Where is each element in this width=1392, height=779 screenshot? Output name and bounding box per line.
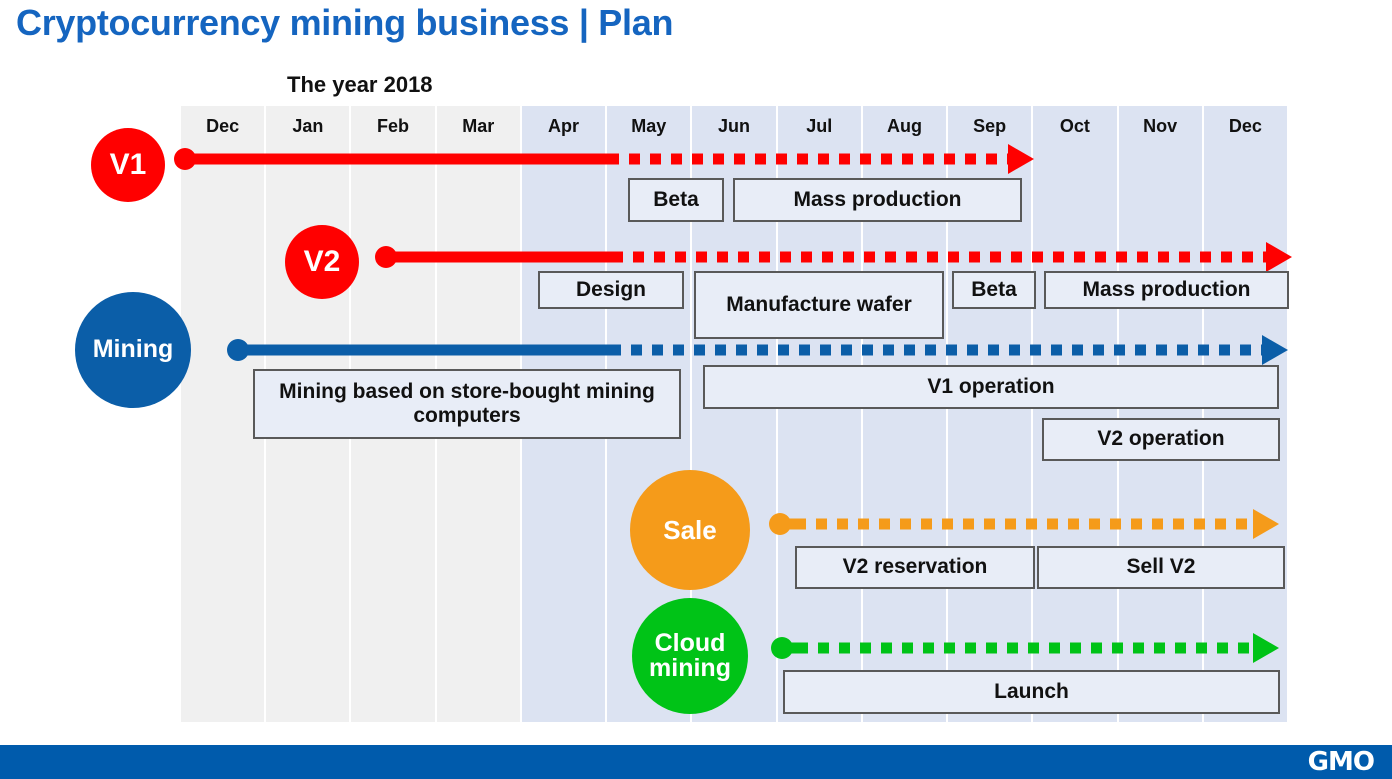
timeline-track-v1	[174, 143, 1289, 175]
task-box-sale-sell-v2[interactable]: Sell V2	[1037, 546, 1285, 589]
bubble-v2[interactable]: V2	[285, 225, 359, 299]
track-dashed-segment-v2	[612, 251, 1266, 263]
month-column-10: Oct	[1033, 106, 1119, 722]
month-column-11: Nov	[1118, 106, 1204, 722]
task-box-v2-beta[interactable]: Beta	[952, 271, 1036, 309]
month-header-label: Mar	[462, 116, 495, 136]
bubble-mining[interactable]: Mining	[75, 292, 191, 408]
month-header-label: Oct	[1059, 116, 1090, 136]
month-header-label: Aug	[886, 116, 922, 136]
footer-bar	[0, 745, 1392, 779]
bubble-v1-label: V1	[109, 147, 147, 181]
bubble-cloud-mining[interactable]: Cloud mining	[632, 598, 748, 714]
task-label: V1 operation	[927, 374, 1055, 398]
task-label: Sell V2	[1126, 555, 1196, 579]
task-label: Launch	[994, 679, 1069, 703]
task-label: V2 reservation	[842, 555, 988, 579]
month-header-label: May	[631, 116, 667, 136]
bubble-v2-label: V2	[303, 244, 341, 278]
task-box-v1-beta[interactable]: Beta	[628, 178, 724, 222]
task-box-v2-design[interactable]: Design	[538, 271, 684, 309]
month-header-label: Apr	[548, 116, 580, 136]
page-title: Cryptocurrency mining business | Plan	[16, 2, 674, 43]
task-label: Manufacture wafer	[726, 292, 912, 316]
track-arrowhead-v1	[1008, 144, 1034, 174]
task-label: Design	[575, 277, 646, 301]
task-label: Beta	[653, 187, 699, 211]
month-column-12: Dec	[1203, 106, 1289, 722]
month-header-label: Jan	[292, 116, 324, 136]
month-header-label: Feb	[377, 116, 410, 136]
track-dashed-segment-cloud	[797, 642, 1253, 654]
track-arrowhead-mining	[1262, 335, 1288, 365]
slide-root: Cryptocurrency mining business | Plan Th…	[0, 0, 1392, 779]
task-label: Beta	[971, 277, 1017, 301]
track-solid-segment-sale	[780, 518, 795, 530]
bubble-sale[interactable]: Sale	[630, 470, 750, 590]
task-label: V2 operation	[1097, 427, 1225, 451]
track-dashed-segment-v1	[608, 153, 1008, 165]
bubble-cloud-mining-label: Cloud mining	[649, 628, 731, 682]
track-solid-segment-v2	[386, 251, 612, 263]
task-box-mining-v2-operation[interactable]: V2 operation	[1042, 418, 1280, 461]
track-solid-segment-cloud	[782, 642, 797, 654]
track-arrowhead-cloud	[1253, 633, 1279, 663]
track-arrowhead-v2	[1266, 242, 1292, 272]
month-header-label: Jul	[806, 116, 833, 136]
month-header-label: Jun	[717, 116, 750, 136]
task-label: Mass production	[793, 187, 962, 211]
task-label: Mining based on store-bought mining comp…	[279, 379, 655, 427]
year-label: The year 2018	[287, 72, 433, 97]
task-label: Mass production	[1082, 277, 1251, 301]
gmo-logo: GMO	[1307, 747, 1375, 777]
month-header-label: Sep	[973, 116, 1007, 136]
task-box-v2-mass-production[interactable]: Mass production	[1044, 271, 1289, 309]
task-box-sale-v2-reservation[interactable]: V2 reservation	[795, 546, 1035, 589]
bubble-mining-label: Mining	[92, 335, 174, 364]
track-dashed-segment-mining	[610, 344, 1262, 356]
month-header-label: Nov	[1143, 116, 1178, 136]
month-header-label: Dec	[1228, 116, 1262, 136]
task-box-cloud-launch[interactable]: Launch	[783, 670, 1280, 714]
task-box-mining-store-bought[interactable]: Mining based on store-bought mining comp…	[253, 369, 681, 439]
month-header-label: Dec	[206, 116, 240, 136]
track-arrowhead-sale	[1253, 509, 1279, 539]
task-box-v1-mass-production[interactable]: Mass production	[733, 178, 1022, 222]
bubble-sale-label: Sale	[663, 514, 717, 545]
task-box-v2-manufacture-wafer[interactable]: Manufacture wafer	[694, 271, 944, 339]
track-solid-segment-mining	[238, 344, 610, 356]
track-solid-segment-v1	[185, 153, 608, 165]
task-box-mining-v1-operation[interactable]: V1 operation	[703, 365, 1279, 409]
track-dashed-segment-sale	[795, 518, 1253, 530]
bubble-v1[interactable]: V1	[91, 128, 165, 202]
